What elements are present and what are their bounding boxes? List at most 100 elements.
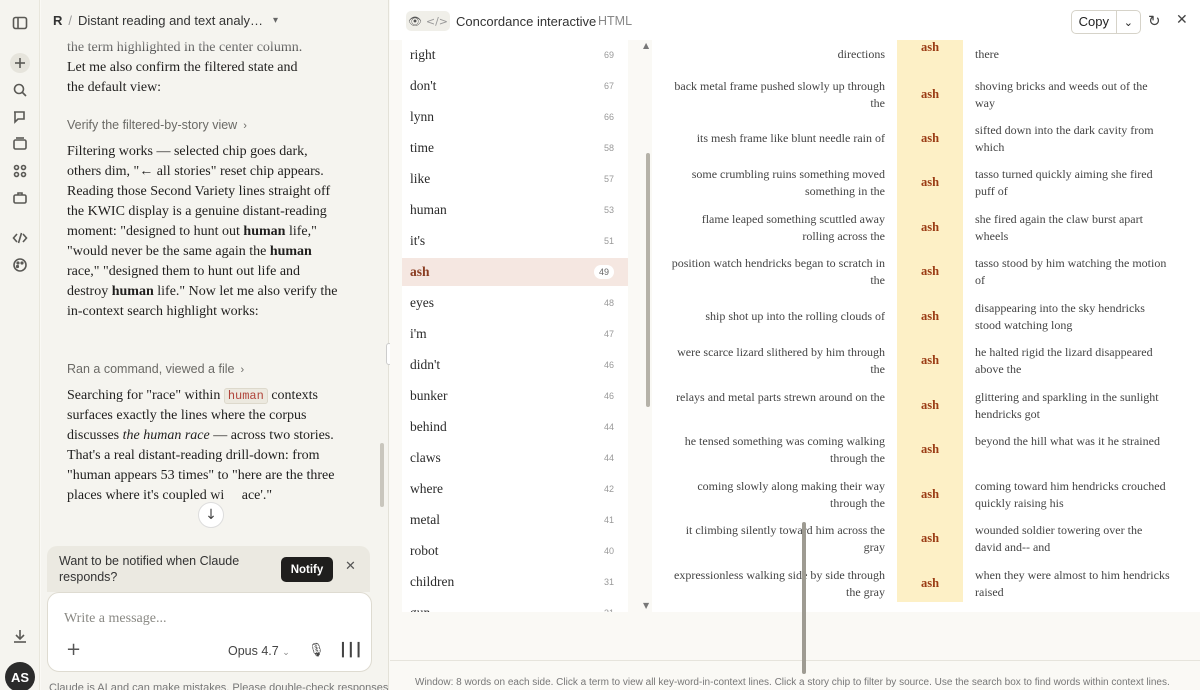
kwic-left-context: coming slowly along making their way thr…	[697, 479, 885, 510]
term-item[interactable]: right 69	[402, 41, 628, 69]
artifact-title: Concordance interactive	[456, 14, 597, 29]
kwic-keyword: ash	[920, 131, 940, 145]
term-list-scrollbar[interactable]	[646, 153, 650, 407]
icon-rail: AS	[0, 0, 40, 690]
new-chat-icon[interactable]	[10, 53, 30, 73]
kwic-left-context: ship shot up into the rolling clouds of	[705, 309, 885, 323]
kwic-left-context: some crumbling ruins something moved som…	[691, 167, 885, 198]
message-composer[interactable]: Write a message... + Opus 4.7 ⌄ 🎙 ┃┃┃	[47, 592, 372, 672]
term-item[interactable]: children 31	[402, 568, 628, 596]
term-item[interactable]: where 42	[402, 475, 628, 503]
project-label[interactable]: R	[53, 13, 62, 28]
kwic-left-context: it climbing silently toward him across t…	[685, 523, 885, 554]
kwic-row: expressionless walking side by side thro…	[652, 561, 1200, 605]
voice-mode-icon[interactable]: ┃┃┃	[339, 643, 362, 658]
preview-eye-icon[interactable]: 👁	[408, 15, 422, 28]
kwic-keyword: ash	[920, 442, 940, 456]
tool-call-verify[interactable]: Verify the filtered-by-story view ›	[67, 118, 247, 132]
artifact-type: HTML	[598, 14, 633, 28]
term-count: 69	[603, 50, 614, 60]
notify-button[interactable]: Notify	[281, 557, 333, 582]
kwic-row: flame leaped something scuttled away rol…	[652, 205, 1200, 249]
chevron-down-icon[interactable]: ⌄	[1117, 16, 1140, 29]
artifacts-icon[interactable]	[10, 161, 30, 181]
scroll-up-arrow-icon[interactable]: ▲	[643, 41, 649, 50]
term-label: children	[410, 574, 455, 589]
kwic-right-context: glittering and sparkling in the sunlight…	[975, 390, 1159, 421]
term-label: lynn	[410, 109, 435, 124]
term-item[interactable]: lynn 66	[402, 103, 628, 131]
message-input[interactable]: Write a message...	[64, 611, 166, 627]
term-item[interactable]: human 53	[402, 196, 628, 224]
microphone-icon[interactable]: 🎙	[308, 643, 325, 658]
term-item[interactable]: bunker 46	[402, 382, 628, 410]
term-item[interactable]: time 58	[402, 134, 628, 162]
chat-breadcrumb[interactable]: R / Distant reading and text analy… ▾	[53, 13, 278, 28]
add-attachment-icon[interactable]: +	[66, 639, 81, 660]
download-icon[interactable]	[10, 626, 30, 646]
tool-call-command[interactable]: Ran a command, viewed a file ›	[67, 362, 244, 376]
term-item[interactable]: like 57	[402, 165, 628, 193]
projects-icon[interactable]	[10, 134, 30, 154]
term-item[interactable]: eyes 48	[402, 289, 628, 317]
term-count: 51	[603, 236, 614, 246]
code-icon[interactable]	[10, 228, 30, 248]
chats-icon[interactable]	[10, 107, 30, 127]
kwic-right-context: tasso stood by him watching the motion o…	[975, 256, 1167, 287]
scroll-to-bottom-button[interactable]: ↓	[198, 502, 224, 528]
close-icon[interactable]: ✕	[1176, 12, 1188, 28]
notify-banner: Want to be notified when Claude responds…	[47, 546, 370, 592]
term-label: bunker	[410, 388, 448, 403]
copy-button[interactable]: Copy ⌄	[1071, 10, 1141, 34]
kwic-left-context: expressionless walking side by side thro…	[674, 568, 885, 599]
notify-text: Want to be notified when Claude responds…	[59, 554, 240, 584]
sidebar-toggle-icon[interactable]	[10, 13, 30, 33]
code-view-icon[interactable]: </>	[426, 15, 448, 28]
kwic-row: relays and metal parts strewn around on …	[652, 383, 1200, 427]
term-item[interactable]: robot 40	[402, 537, 628, 565]
term-label: eyes	[410, 295, 434, 310]
chevron-down-icon[interactable]: ▾	[273, 15, 278, 26]
kwic-keyword: ash	[920, 175, 940, 189]
model-selector[interactable]: Opus 4.7 ⌄	[228, 644, 290, 658]
scroll-down-arrow-icon[interactable]: ▼	[643, 601, 649, 610]
term-count: 53	[603, 205, 614, 215]
kwic-keyword: ash	[920, 531, 940, 545]
palette-icon[interactable]	[10, 255, 30, 275]
term-item[interactable]: don't 67	[402, 72, 628, 100]
search-icon[interactable]	[10, 80, 30, 100]
term-item[interactable]: ash 49	[402, 258, 628, 286]
term-item[interactable]: metal 41	[402, 506, 628, 534]
model-label: Opus 4.7	[228, 644, 279, 658]
kwic-right-context: coming toward him hendricks crouched qui…	[975, 479, 1166, 510]
term-item[interactable]: gun 31	[402, 599, 628, 612]
term-item[interactable]: claws 44	[402, 444, 628, 472]
kwic-row: its mesh frame like blunt needle rain of…	[652, 116, 1200, 160]
kwic-right-context: sifted down into the dark cavity from wh…	[975, 123, 1154, 154]
view-toggle[interactable]: 👁 </>	[406, 11, 450, 31]
avatar[interactable]: AS	[5, 662, 35, 690]
briefcase-icon[interactable]	[10, 188, 30, 208]
kwic-keyword: ash	[920, 353, 940, 367]
term-label: claws	[410, 450, 441, 465]
artifact-panel: 👁 </> Concordance interactive HTML Copy …	[390, 0, 1200, 690]
term-count: 48	[603, 298, 614, 308]
chat-scrollbar[interactable]	[380, 443, 384, 507]
term-count: 31	[603, 577, 614, 587]
artifact-header: 👁 </> Concordance interactive HTML Copy …	[390, 0, 1200, 40]
term-item[interactable]: didn't 46	[402, 351, 628, 379]
term-item[interactable]: behind 44	[402, 413, 628, 441]
assistant-message-filtering: Filtering works — selected chip goes dar…	[67, 144, 338, 319]
kwic-right-context: she fired again the claw burst apart whe…	[975, 212, 1143, 243]
copy-label[interactable]: Copy	[1072, 11, 1117, 33]
term-item[interactable]: i'm 47	[402, 320, 628, 348]
term-label: where	[410, 481, 443, 496]
kwic-scrollbar[interactable]	[802, 522, 806, 674]
term-count: 66	[603, 112, 614, 122]
term-item[interactable]: it's 51	[402, 227, 628, 255]
kwic-left-context: its mesh frame like blunt needle rain of	[696, 131, 885, 145]
refresh-icon[interactable]: ↻	[1148, 12, 1161, 30]
chat-title[interactable]: Distant reading and text analy…	[78, 13, 263, 28]
close-icon[interactable]: ✕	[345, 559, 356, 574]
kwic-right-context: there	[975, 47, 999, 61]
